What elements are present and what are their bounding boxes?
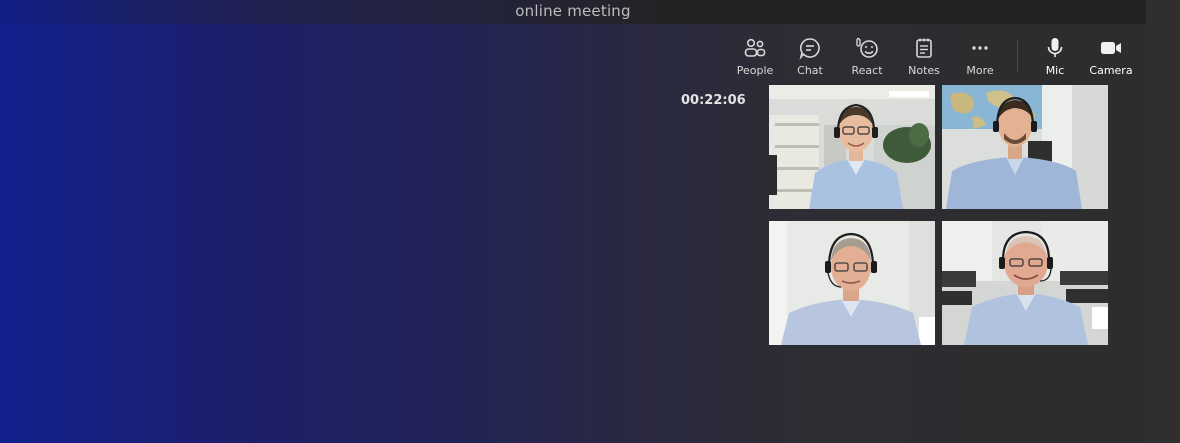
more-label: More <box>966 64 994 77</box>
react-button[interactable]: React <box>839 36 895 77</box>
toolbar-divider <box>1017 40 1018 72</box>
notes-label: Notes <box>908 64 940 77</box>
camera-button[interactable]: Camera <box>1083 36 1139 77</box>
right-edge-strip <box>1146 0 1180 443</box>
camera-label: Camera <box>1089 64 1133 77</box>
chat-label: Chat <box>797 64 823 77</box>
notes-button[interactable]: Notes <box>896 36 952 77</box>
video-tile-3[interactable] <box>769 221 935 345</box>
more-button[interactable]: More <box>952 36 1008 77</box>
participant-video <box>769 221 935 345</box>
mic-icon <box>1047 38 1063 57</box>
meeting-timer: 00:22:06 <box>681 93 746 108</box>
participant-video <box>942 85 1108 209</box>
react-icon <box>856 37 878 58</box>
camera-icon <box>1101 42 1121 54</box>
video-tile-2[interactable] <box>942 85 1108 209</box>
video-tile-1[interactable] <box>769 85 935 209</box>
react-label: React <box>851 64 883 77</box>
people-label: People <box>736 64 774 77</box>
notes-icon <box>916 38 932 58</box>
chat-icon <box>799 38 820 60</box>
participant-video <box>942 221 1108 345</box>
mic-button[interactable]: Mic <box>1027 36 1083 77</box>
video-tile-4[interactable] <box>942 221 1108 345</box>
people-button[interactable]: People <box>727 36 783 77</box>
mic-label: Mic <box>1045 64 1065 77</box>
participant-video <box>769 85 935 209</box>
title-bar: online meeting <box>0 0 1146 24</box>
more-icon <box>972 46 988 50</box>
people-icon <box>744 38 766 57</box>
chat-button[interactable]: Chat <box>782 36 838 77</box>
window-title: online meeting <box>515 2 631 20</box>
